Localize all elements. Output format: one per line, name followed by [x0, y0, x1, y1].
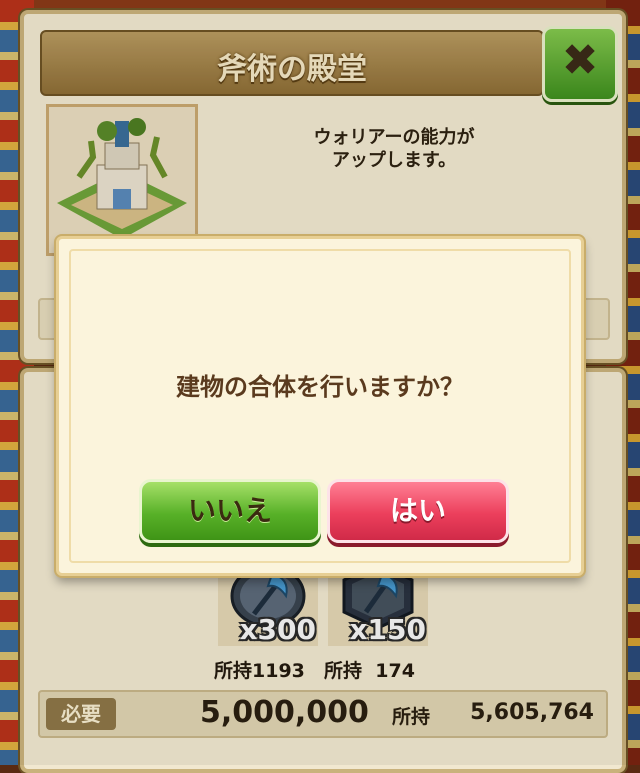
dialog-message: 建物の合体を行いますか？	[176, 373, 464, 401]
confirm-dialog: 建物の合体を行いますか？ いいえ はい	[56, 236, 584, 576]
no-button[interactable]: いいえ	[139, 479, 321, 543]
yes-button[interactable]: はい	[327, 479, 509, 543]
